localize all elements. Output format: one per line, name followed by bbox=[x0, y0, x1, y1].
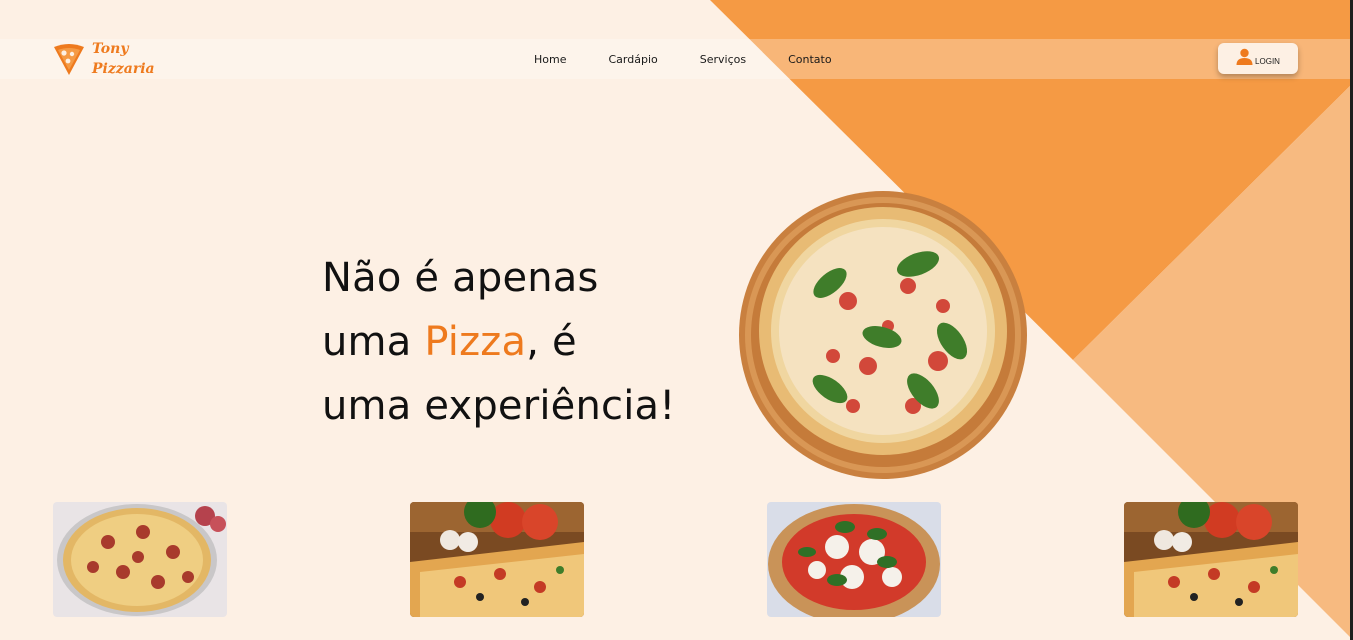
hero-line2-suffix: , é bbox=[526, 319, 577, 365]
hero-line1: Não é apenas bbox=[322, 255, 599, 301]
gallery-image-vegetable-1[interactable] bbox=[410, 502, 584, 617]
brand-name-line2: Pizzaria bbox=[92, 61, 155, 77]
hero-accent-word: Pizza bbox=[424, 319, 527, 365]
hero-pizza-image bbox=[739, 191, 1027, 479]
login-label: LOGIN bbox=[1255, 57, 1280, 66]
brand-name: Tony Pizzaria bbox=[92, 39, 155, 79]
gallery-image-vegetable-2[interactable] bbox=[1124, 502, 1298, 617]
login-button[interactable]: LOGIN bbox=[1218, 43, 1298, 74]
hero-headline: Não é apenas uma Pizza, é uma experiênci… bbox=[322, 246, 742, 438]
navbar: Tony Pizzaria Home Cardápio Serviços Con… bbox=[0, 39, 1350, 79]
hero-line3: uma experiência! bbox=[322, 383, 676, 429]
brand-name-line1: Tony bbox=[92, 41, 129, 57]
hero-line2-prefix: uma bbox=[322, 319, 425, 365]
main-nav: Home Cardápio Serviços Contato bbox=[534, 39, 874, 79]
brand-logo[interactable]: Tony Pizzaria bbox=[53, 39, 155, 79]
nav-link-servicos[interactable]: Serviços bbox=[700, 53, 746, 66]
user-icon bbox=[1236, 48, 1253, 65]
nav-link-home[interactable]: Home bbox=[534, 53, 566, 66]
gallery-image-margherita[interactable] bbox=[767, 502, 941, 617]
gallery-image-pepperoni[interactable] bbox=[53, 502, 227, 617]
nav-link-cardapio[interactable]: Cardápio bbox=[608, 53, 657, 66]
pizza-gallery bbox=[0, 502, 1353, 618]
nav-link-contato[interactable]: Contato bbox=[788, 53, 831, 66]
pizza-slice-icon bbox=[54, 44, 84, 75]
